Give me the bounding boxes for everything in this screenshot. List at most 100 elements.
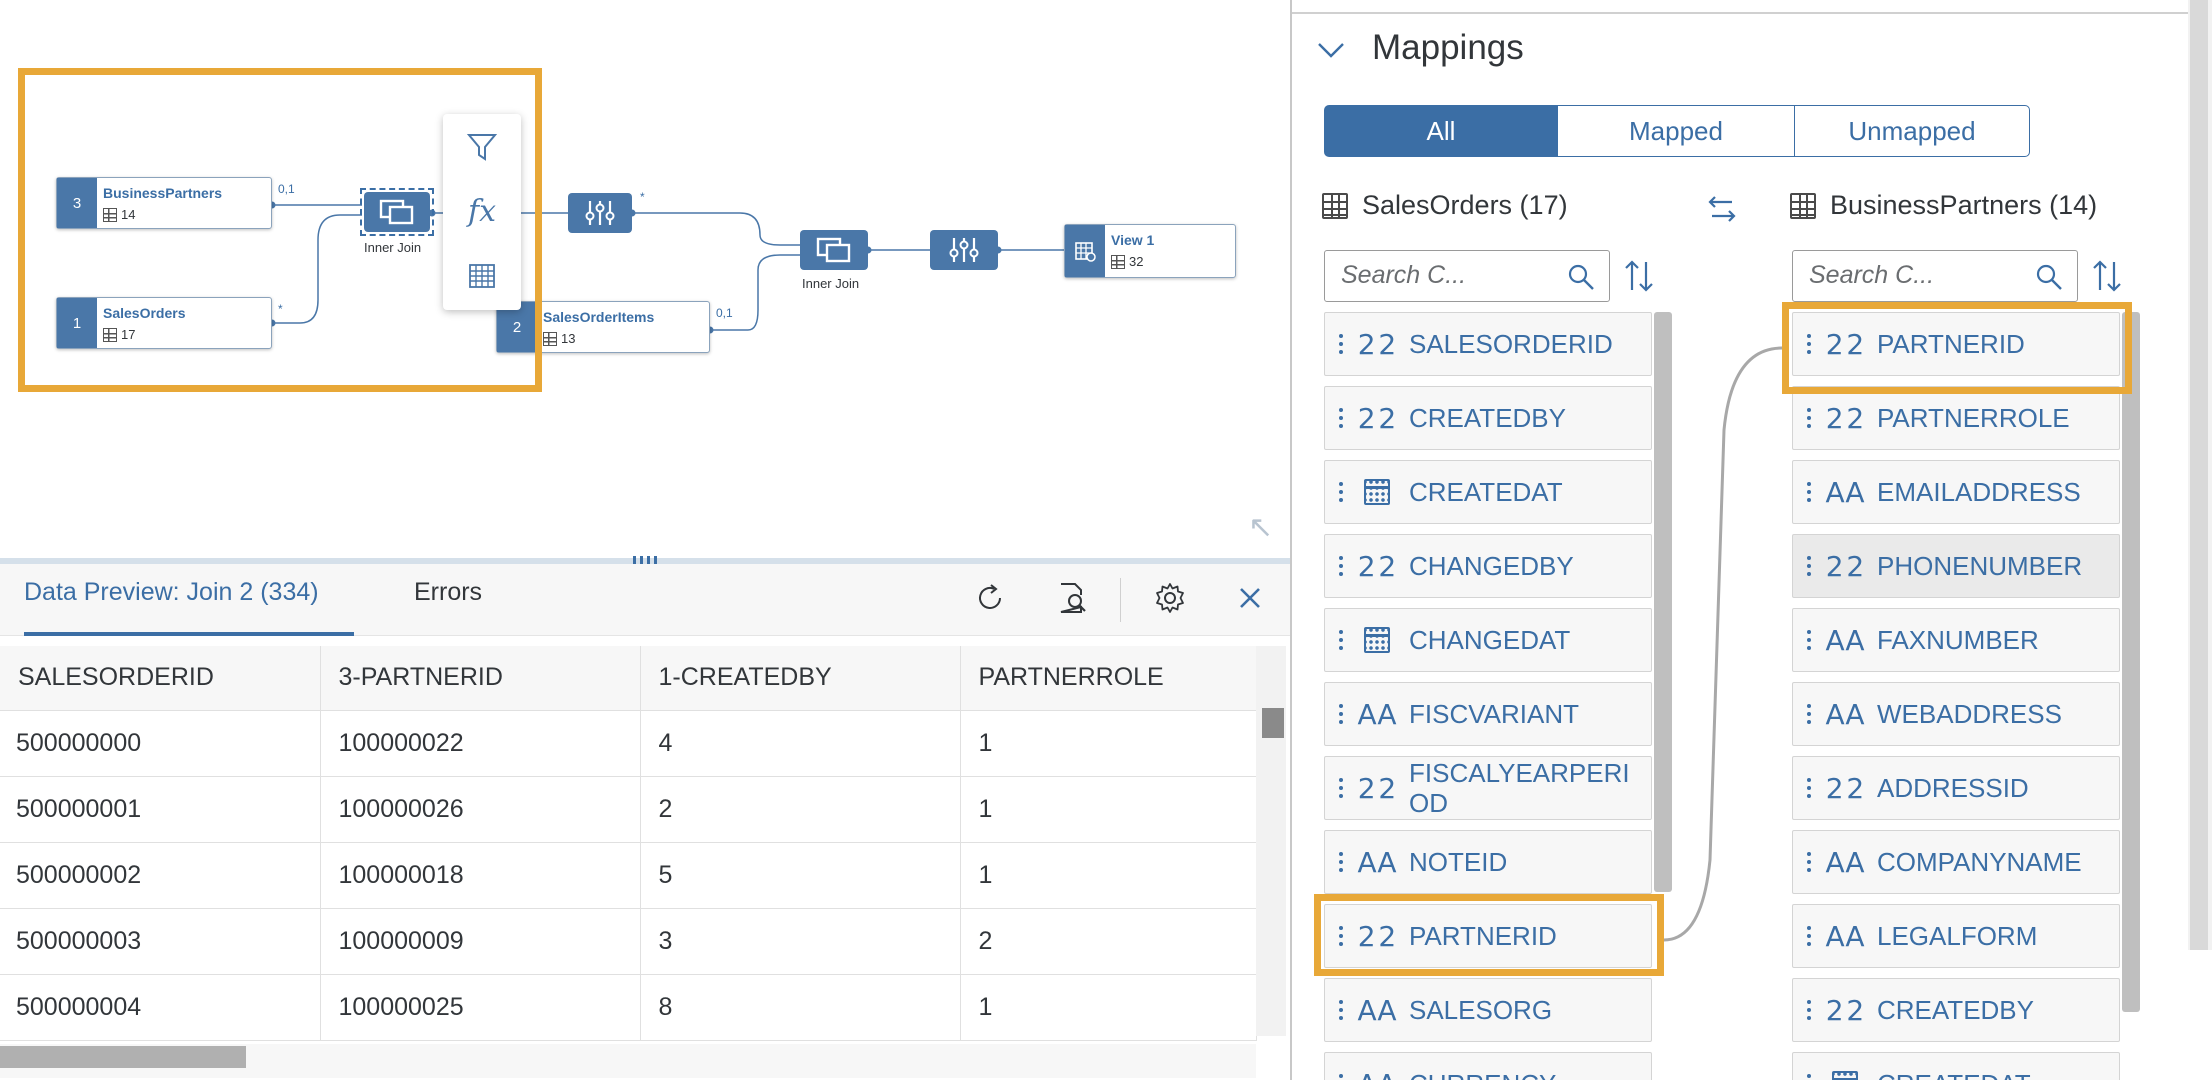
column-header[interactable]: PARTNERROLE	[960, 646, 1257, 711]
column-header[interactable]: SALESORDERID	[0, 646, 321, 711]
source-field-item[interactable]: AA NOTEID	[1324, 830, 1652, 894]
drag-handle-icon[interactable]	[1339, 630, 1345, 650]
drag-handle-icon[interactable]	[1339, 482, 1345, 502]
table-row[interactable]: 500000003 100000009 3 2	[0, 908, 1257, 975]
graph-canvas[interactable]: 3 BusinessPartners 14 1 SalesOrders 17 2…	[0, 0, 1290, 562]
table-row[interactable]: 500000004 100000025 8 1	[0, 974, 1257, 1041]
source-field-item[interactable]: CREATEDAT	[1324, 460, 1652, 524]
panel-scroll-thumb[interactable]	[2190, 0, 2208, 950]
horizontal-scroll-thumb[interactable]	[0, 1046, 246, 1068]
projection-node-1[interactable]	[568, 193, 632, 233]
source-field-item[interactable]: AA SALESORG	[1324, 978, 1652, 1042]
table-cell: 100000022	[320, 710, 641, 777]
integer-type-icon: 2 2	[1825, 549, 1865, 583]
target-field-item[interactable]: AA FAXNUMBER	[1792, 608, 2120, 672]
find-button[interactable]	[1054, 580, 1090, 616]
sort-icon[interactable]	[1622, 258, 1656, 294]
table-row[interactable]: 500000002 100000018 5 1	[0, 842, 1257, 909]
integer-type-icon: 2 2	[1357, 401, 1397, 435]
target-search-input[interactable]	[1809, 251, 2029, 300]
drag-handle-icon[interactable]	[1807, 1000, 1813, 1020]
source-field-item[interactable]: 2 2 CREATEDBY	[1324, 386, 1652, 450]
drag-handle-icon[interactable]	[1807, 926, 1813, 946]
vertical-scroll-thumb[interactable]	[1262, 708, 1284, 738]
target-field-name: LEGALFORM	[1877, 921, 2038, 951]
refresh-button[interactable]	[972, 580, 1008, 616]
segment-all[interactable]: All	[1324, 105, 1558, 157]
projection-node-2[interactable]	[930, 230, 998, 270]
string-type-icon: AA	[1357, 697, 1397, 731]
drag-handle-icon[interactable]	[1339, 408, 1345, 428]
target-search-field[interactable]	[1792, 250, 2078, 302]
target-field-name: PHONENUMBER	[1877, 551, 2083, 581]
table-cell: 100000018	[320, 842, 641, 909]
source-field-item[interactable]: 2 2 SALESORDERID	[1324, 312, 1652, 376]
drag-handle-icon[interactable]	[1807, 852, 1813, 872]
search-icon[interactable]	[1567, 263, 1595, 291]
drag-handle-icon[interactable]	[1807, 778, 1813, 798]
drag-handle-icon[interactable]	[1807, 556, 1813, 576]
drag-handle-icon[interactable]	[1339, 704, 1345, 724]
drag-handle-icon[interactable]	[1807, 704, 1813, 724]
vertical-scrollbar[interactable]	[1256, 646, 1286, 1036]
search-icon[interactable]	[2035, 263, 2063, 291]
projection-icon	[585, 201, 615, 225]
table-row[interactable]: 500000000 100000022 4 1	[0, 710, 1257, 777]
drag-handle-icon[interactable]	[1807, 630, 1813, 650]
target-field-item[interactable]: 2 2 PARTNERROLE	[1792, 386, 2120, 450]
source-title: SalesOrders (17)	[1362, 190, 1568, 220]
highlight-box-source-field	[1314, 894, 1664, 976]
segment-unmapped[interactable]: Unmapped	[1794, 105, 2030, 157]
table-row[interactable]: 500000001 100000026 2 1	[0, 776, 1257, 843]
drag-handle-icon[interactable]	[1339, 556, 1345, 576]
integer-type-icon: 2 2	[1825, 993, 1865, 1027]
source-field-name: FISCVARIANT	[1409, 699, 1579, 729]
drag-handle-icon[interactable]	[1807, 1074, 1813, 1080]
drag-handle-icon[interactable]	[1339, 1000, 1345, 1020]
source-search-input[interactable]	[1341, 251, 1561, 300]
target-field-item[interactable]: AA COMPANYNAME	[1792, 830, 2120, 894]
tab-errors[interactable]: Errors	[414, 578, 482, 636]
table-cell: 2	[640, 776, 961, 843]
join-node-2[interactable]	[800, 230, 868, 270]
source-field-item[interactable]: 2 2 FISCALYEARPERI OD	[1324, 756, 1652, 820]
segment-mapped[interactable]: Mapped	[1557, 105, 1795, 157]
target-list-scrollbar[interactable]	[2122, 312, 2140, 1012]
column-header[interactable]: 1-CREATEDBY	[640, 646, 961, 711]
chevron-down-icon[interactable]	[1316, 38, 1346, 62]
tab-data-preview[interactable]: Data Preview: Join 2 (334)	[24, 578, 354, 636]
source-field-item[interactable]: AA CURRENCY	[1324, 1052, 1652, 1080]
source-list-scrollbar[interactable]	[1654, 312, 1672, 892]
target-field-item[interactable]: AA EMAILADDRESS	[1792, 460, 2120, 524]
table-icon	[1322, 192, 1348, 219]
target-header: BusinessPartners (14)	[1790, 190, 2097, 221]
drag-handle-icon[interactable]	[1807, 408, 1813, 428]
target-field-item[interactable]: 2 2 ADDRESSID	[1792, 756, 2120, 820]
target-field-item[interactable]: 2 2 PHONENUMBER	[1792, 534, 2120, 598]
source-field-item[interactable]: 2 2 CHANGEDBY	[1324, 534, 1652, 598]
target-field-item[interactable]: AA LEGALFORM	[1792, 904, 2120, 968]
expand-corner-icon[interactable]: ↖	[1248, 510, 1273, 545]
node-name: SalesOrderItems	[543, 309, 655, 325]
drag-handle-icon[interactable]	[1807, 482, 1813, 502]
close-preview-button[interactable]	[1232, 580, 1268, 616]
sort-icon[interactable]	[2090, 258, 2124, 294]
target-field-item[interactable]: 2 2 CREATEDBY	[1792, 978, 2120, 1042]
node-view1[interactable]: View 1 32	[1064, 224, 1236, 278]
drag-handle-icon[interactable]	[1339, 334, 1345, 354]
drag-handle-icon[interactable]	[1339, 852, 1345, 872]
drag-handle-icon[interactable]	[1339, 778, 1345, 798]
table-cell: 2	[960, 908, 1257, 975]
source-field-item[interactable]: AA FISCVARIANT	[1324, 682, 1652, 746]
source-header: SalesOrders (17)	[1322, 190, 1568, 221]
settings-button[interactable]	[1152, 580, 1188, 616]
source-field-item[interactable]: CHANGEDAT	[1324, 608, 1652, 672]
column-header[interactable]: 3-PARTNERID	[320, 646, 641, 711]
swap-icon[interactable]	[1702, 194, 1742, 226]
target-field-item[interactable]: AA WEBADDRESS	[1792, 682, 2120, 746]
panel-top-border	[1292, 12, 2190, 14]
source-search-field[interactable]	[1324, 250, 1610, 302]
string-type-icon: AA	[1357, 845, 1397, 879]
drag-handle-icon[interactable]	[1339, 1074, 1345, 1080]
target-field-item[interactable]: CREATEDAT	[1792, 1052, 2120, 1080]
